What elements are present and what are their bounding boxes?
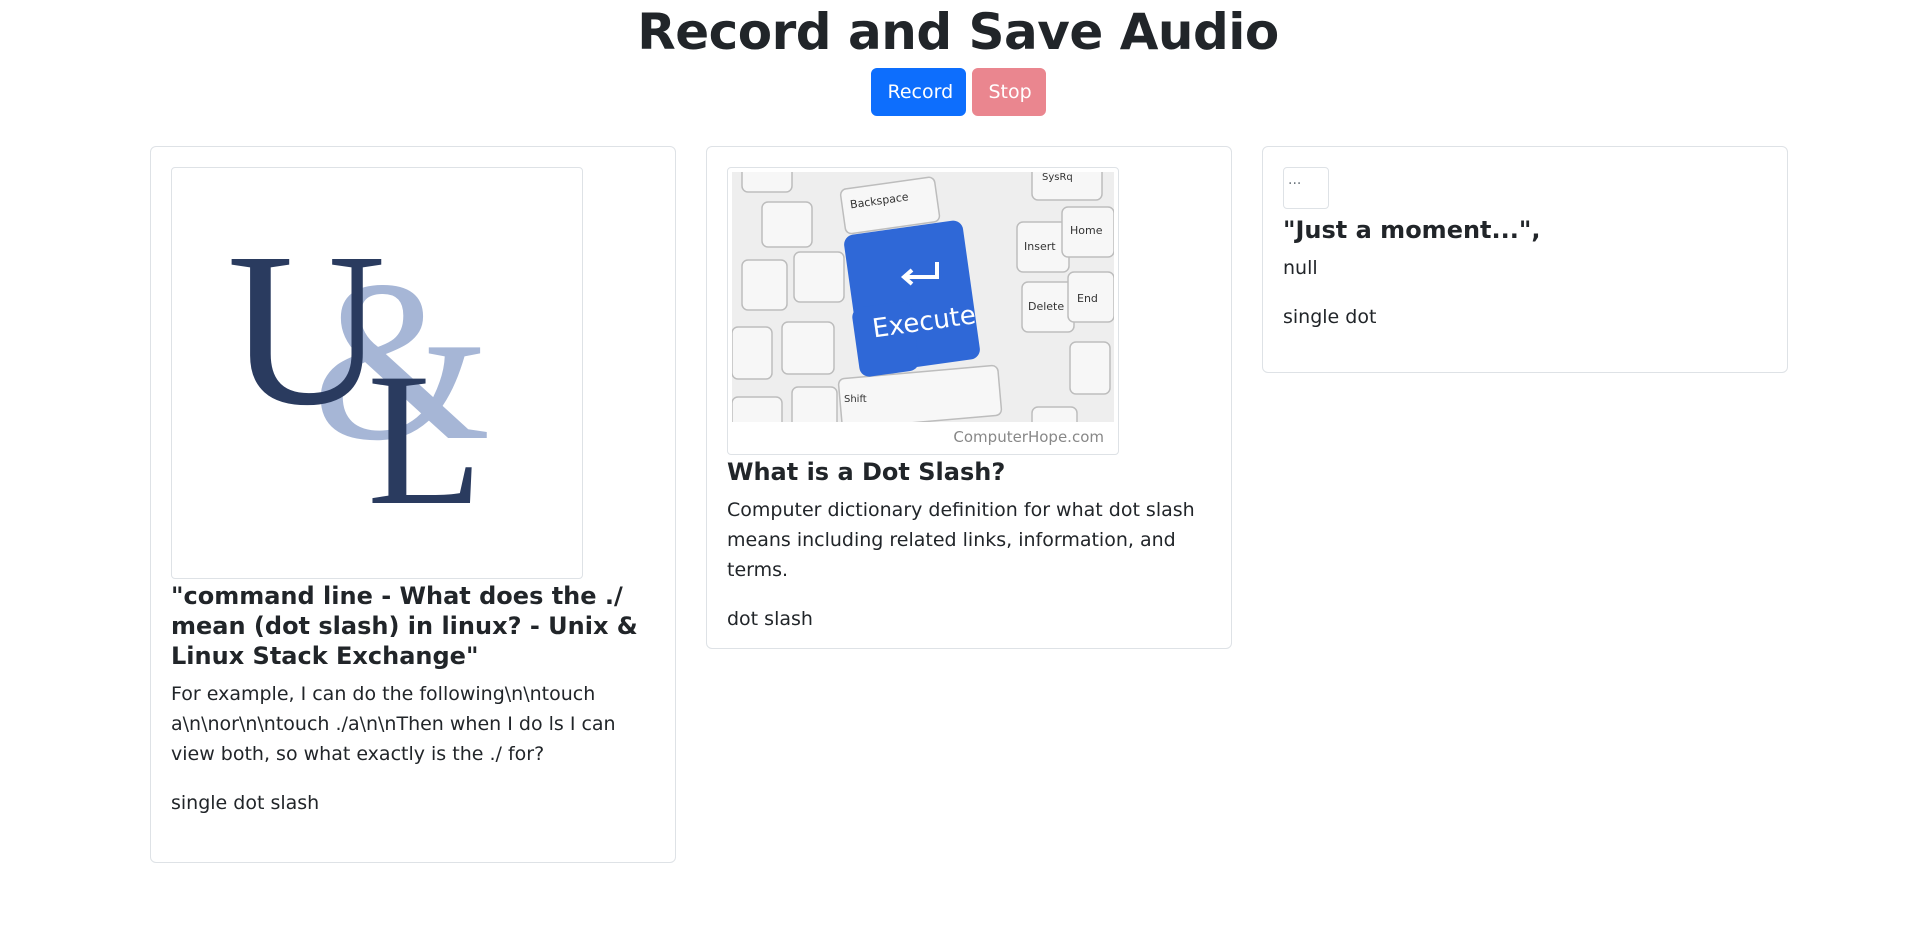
result-description: For example, I can do the following\n\nt… — [171, 683, 616, 765]
sysrq-key-label: SysRq — [1042, 172, 1073, 183]
logo-letter-l: L — [367, 335, 483, 513]
image-watermark: ComputerHope.com — [953, 428, 1104, 446]
home-key-label: Home — [1070, 224, 1103, 237]
result-query: single dot slash — [171, 792, 320, 814]
result-card: ... "Just a moment...", null single dot — [1262, 146, 1788, 373]
result-title[interactable]: "Just a moment...", — [1283, 215, 1767, 245]
result-thumbnail[interactable]: & U L — [171, 167, 583, 579]
result-title[interactable]: "command line - What does the ./ mean (d… — [171, 581, 655, 671]
result-thumbnail[interactable]: Execute Backspace Insert Home Delete End… — [727, 167, 1119, 455]
record-button[interactable]: Record — [870, 68, 966, 116]
insert-key-label: Insert — [1024, 240, 1056, 253]
end-key-label: End — [1077, 292, 1098, 305]
stop-button[interactable]: Stop — [971, 68, 1046, 116]
unix-linux-logo-icon: & U L — [227, 233, 491, 513]
logo-letter-u: U — [227, 233, 386, 451]
result-query: single dot — [1283, 306, 1377, 328]
result-description: Computer dictionary definition for what … — [727, 499, 1195, 581]
recording-controls: Record Stop — [0, 68, 1916, 116]
broken-image-icon[interactable]: ... — [1283, 167, 1329, 209]
result-description: null — [1283, 257, 1318, 279]
result-card: & U L "command line - What does the ./ m… — [150, 146, 676, 863]
result-card: Execute Backspace Insert Home Delete End… — [706, 146, 1232, 649]
result-query: dot slash — [727, 608, 813, 630]
execute-keyboard-icon: Execute Backspace Insert Home Delete End… — [731, 168, 1115, 450]
page-title: Record and Save Audio — [637, 3, 1279, 61]
result-title[interactable]: What is a Dot Slash? — [727, 457, 1211, 487]
shift-key-label: Shift — [844, 394, 867, 405]
delete-key-label: Delete — [1028, 300, 1064, 313]
